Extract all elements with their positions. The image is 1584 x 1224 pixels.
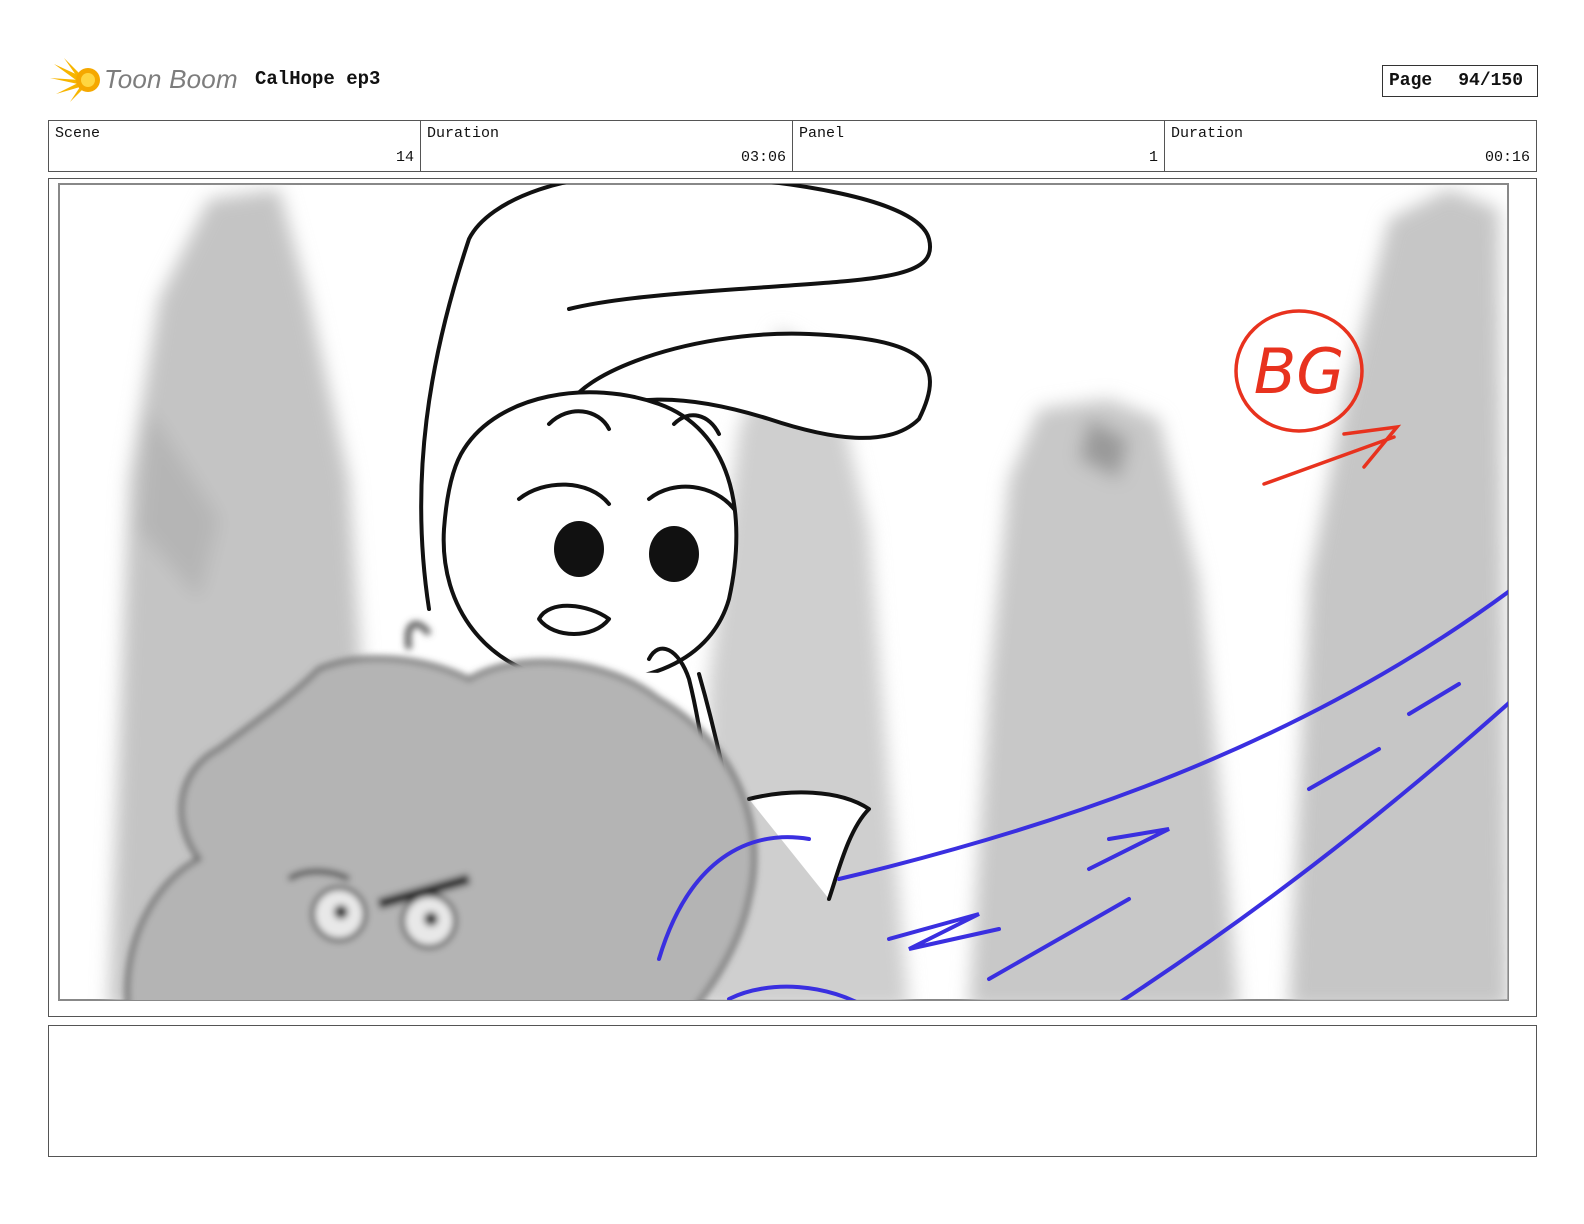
bunny-eye-left bbox=[554, 521, 604, 577]
logo-text: Toon Boom bbox=[104, 64, 238, 94]
foreground-pupil-left bbox=[334, 905, 348, 919]
scene-duration-value: 03:06 bbox=[740, 149, 786, 166]
scene-duration-cell: Duration 03:06 bbox=[421, 121, 793, 171]
annotation-text: BG bbox=[1254, 335, 1345, 408]
panel-duration-cell: Duration 00:16 bbox=[1165, 121, 1536, 171]
page-number: 94/150 bbox=[1458, 71, 1524, 91]
scene-label: Scene bbox=[55, 125, 101, 142]
scene-cell: Scene 14 bbox=[49, 121, 421, 171]
panel-notes-box[interactable] bbox=[48, 1025, 1537, 1157]
foreground-pupil-right bbox=[424, 912, 438, 926]
starburst-icon bbox=[50, 58, 100, 102]
panel-artwork: BG bbox=[58, 183, 1509, 1001]
bunny-eye-right bbox=[649, 526, 699, 582]
project-title: CalHope ep3 bbox=[255, 68, 381, 90]
panel-duration-value: 00:16 bbox=[1484, 149, 1530, 166]
scene-duration-label: Duration bbox=[427, 125, 500, 142]
panel-value: 1 bbox=[1148, 149, 1158, 166]
page-indicator: Page 94/150 bbox=[1382, 65, 1538, 97]
storyboard-panel: BG bbox=[48, 178, 1537, 1017]
panel-duration-label: Duration bbox=[1171, 125, 1244, 142]
scene-value: 14 bbox=[395, 149, 414, 166]
page-label: Page bbox=[1389, 71, 1433, 91]
scene-info-table: Scene 14 Duration 03:06 Panel 1 Duration… bbox=[48, 120, 1537, 172]
panel-cell: Panel 1 bbox=[793, 121, 1165, 171]
panel-label: Panel bbox=[799, 125, 845, 142]
toon-boom-logo: Toon Boom bbox=[50, 54, 240, 106]
